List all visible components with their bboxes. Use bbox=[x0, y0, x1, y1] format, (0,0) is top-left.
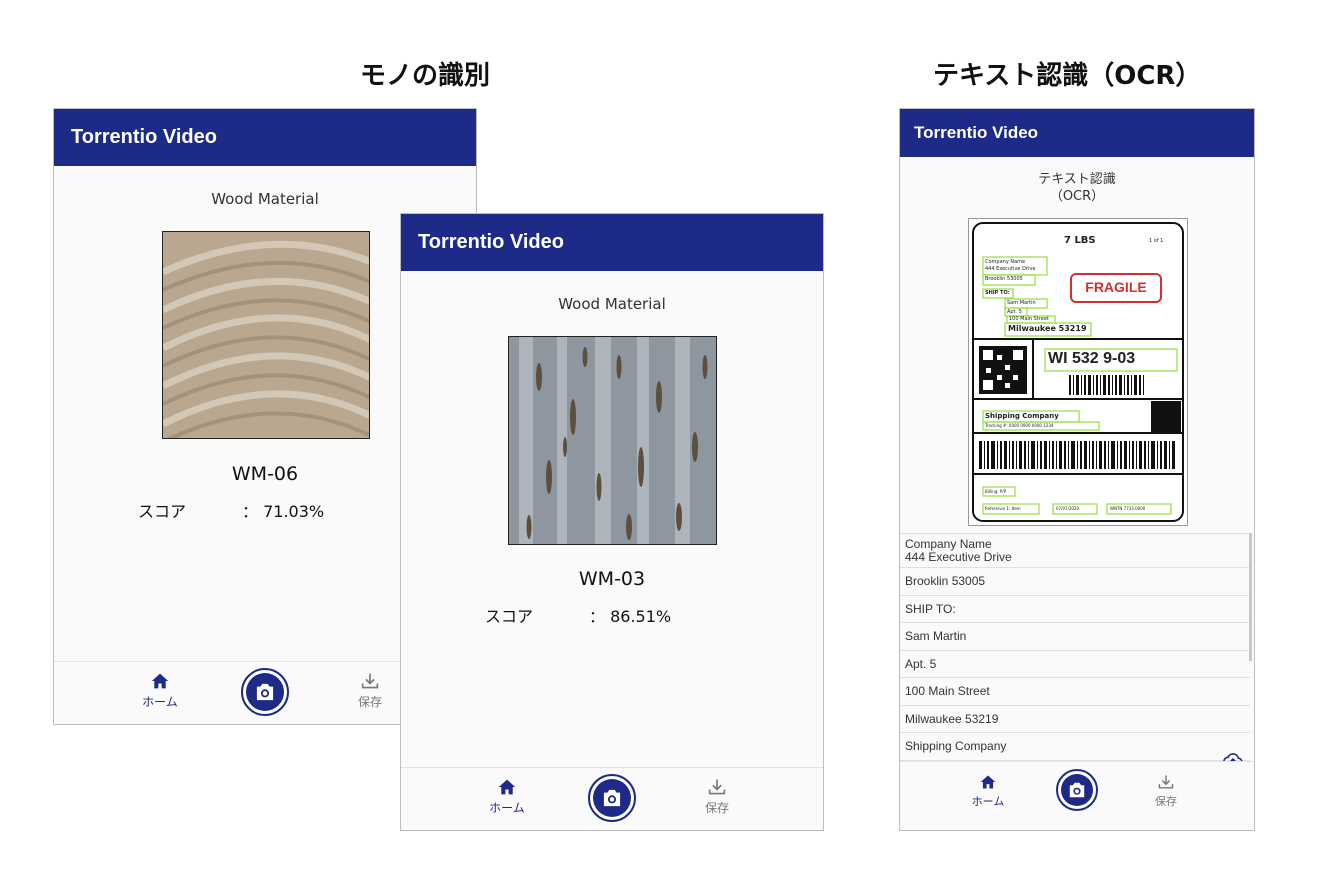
app-title: Torrentio Video bbox=[71, 126, 217, 148]
ocr-result-row[interactable]: 100 Main Street bbox=[900, 678, 1250, 706]
phone-screen-wood-2: Torrentio Video Wood Material WM-03 スコア … bbox=[400, 213, 824, 831]
score-value: ： 86.51% bbox=[589, 607, 672, 626]
ocr-result-text: Sam Martin bbox=[905, 629, 967, 643]
result-code: WM-03 bbox=[578, 568, 646, 590]
nav-home[interactable]: ホーム bbox=[968, 774, 1008, 809]
ocr-result-row[interactable]: Shipping Company bbox=[900, 733, 1250, 761]
label-carrier: Shipping Company bbox=[985, 412, 1059, 420]
camera-icon bbox=[256, 683, 274, 701]
ocr-subtitle: テキスト認識 （OCR） bbox=[900, 171, 1254, 205]
ocr-list-scrollbar[interactable] bbox=[1249, 533, 1252, 661]
ocr-result-text: Milwaukee 53219 bbox=[905, 711, 999, 726]
ocr-result-row[interactable]: Sam Martin bbox=[900, 623, 1250, 651]
nav-home[interactable]: ホーム bbox=[485, 778, 529, 816]
nav-save-label: 保存 bbox=[704, 801, 729, 815]
label-fragile: FRAGILE bbox=[1085, 279, 1147, 295]
label-recipient: Sam Martin bbox=[1007, 300, 1036, 306]
ocr-result-text: 100 Main Street bbox=[905, 684, 990, 698]
shipping-label-image: 7 LBS 1 of 1 Company Name 444 Executive … bbox=[968, 218, 1188, 526]
ocr-results-list[interactable]: Company Name 444 Executive Drive Brookli… bbox=[900, 533, 1250, 761]
camera-button[interactable] bbox=[1056, 769, 1098, 811]
download-icon bbox=[1158, 775, 1174, 789]
bottom-navigation: ホーム 保存 bbox=[900, 761, 1254, 830]
ocr-result-text: Shipping Company bbox=[905, 739, 1007, 753]
nav-home-label: ホーム bbox=[142, 695, 178, 709]
label-tracking: Tracking #: 0000 0000 0000 1234 bbox=[985, 423, 1054, 428]
captured-wood-image bbox=[508, 336, 717, 545]
ocr-title: テキスト認識（OCR） bbox=[933, 61, 1202, 91]
label-billing: Billing: P/P bbox=[985, 489, 1007, 494]
home-icon bbox=[980, 775, 996, 789]
category-subtitle: Wood Material bbox=[211, 190, 319, 208]
captured-wood-image bbox=[162, 231, 370, 439]
nav-save-label: 保存 bbox=[1155, 795, 1177, 808]
category-subtitle: Wood Material bbox=[558, 295, 666, 313]
ocr-result-text: Brooklin 53005 bbox=[905, 574, 986, 588]
label-weight: 7 LBS bbox=[1064, 235, 1096, 246]
app-title: Torrentio Video bbox=[418, 231, 564, 253]
bottom-navigation: ホーム 保存 bbox=[401, 767, 823, 830]
phone-screen-ocr: Torrentio Video テキスト認識 （OCR） 7 LBS 1 of … bbox=[899, 108, 1255, 831]
home-icon bbox=[498, 779, 516, 795]
app-bar: Torrentio Video bbox=[54, 109, 476, 166]
label-city: Brooklin 53005 bbox=[985, 276, 1023, 282]
nav-home-label: ホーム bbox=[971, 795, 1005, 808]
label-dest-city: Milwaukee 53219 bbox=[1008, 324, 1087, 333]
download-icon bbox=[708, 779, 726, 795]
app-title: Torrentio Video bbox=[914, 123, 1039, 142]
label-company-address: 444 Executive Drive bbox=[985, 266, 1036, 272]
ocr-result-row[interactable]: Brooklin 53005 bbox=[900, 568, 1250, 596]
label-wntn: WNTN 7733.0000 bbox=[1110, 506, 1146, 511]
label-street: 100 Main Street bbox=[1009, 316, 1049, 322]
label-ship-to: SHIP TO: bbox=[985, 290, 1010, 296]
label-page: 1 of 1 bbox=[1149, 238, 1164, 244]
app-bar: Torrentio Video bbox=[401, 214, 823, 271]
nav-save[interactable]: 保存 bbox=[1146, 774, 1186, 809]
camera-icon bbox=[1069, 782, 1085, 798]
ocr-result-text: Company Name bbox=[905, 536, 992, 551]
nav-save[interactable]: 保存 bbox=[348, 672, 392, 710]
ocr-subtitle-line1: テキスト認識 bbox=[1038, 172, 1116, 187]
label-company: Company Name 444 Executive Drive bbox=[985, 259, 1035, 273]
ocr-result-row[interactable]: SHIP TO: bbox=[900, 596, 1250, 623]
score-value: ： 71.03% bbox=[242, 502, 325, 521]
nav-save-label: 保存 bbox=[357, 695, 382, 709]
label-apt: Apt. 5 bbox=[1007, 309, 1022, 315]
ocr-result-row[interactable]: Apt. 5 bbox=[900, 651, 1250, 678]
identification-title: モノの識別 bbox=[360, 61, 491, 91]
ocr-result-row[interactable]: Milwaukee 53219 bbox=[900, 706, 1250, 733]
score-label: スコア bbox=[485, 607, 534, 626]
ocr-result-text: 444 Executive Drive bbox=[905, 549, 1012, 564]
label-company-name: Company Name bbox=[985, 259, 1026, 265]
label-date: 07/07/2020 bbox=[1056, 506, 1080, 511]
download-icon bbox=[361, 673, 379, 689]
ocr-result-text: SHIP TO: bbox=[905, 601, 956, 616]
home-icon bbox=[151, 673, 169, 689]
camera-button[interactable] bbox=[241, 668, 289, 716]
label-reference: Reference 1: Item bbox=[985, 506, 1021, 511]
ocr-result-text: Apt. 5 bbox=[905, 656, 937, 671]
camera-icon bbox=[603, 789, 621, 807]
camera-button[interactable] bbox=[588, 774, 636, 822]
ocr-result-row[interactable]: Company Name 444 Executive Drive bbox=[900, 534, 1250, 568]
nav-home[interactable]: ホーム bbox=[138, 672, 182, 710]
nav-save[interactable]: 保存 bbox=[695, 778, 739, 816]
ocr-subtitle-line2: （OCR） bbox=[1049, 189, 1105, 204]
label-route: WI 532 9-03 bbox=[1048, 350, 1136, 367]
app-bar: Torrentio Video bbox=[900, 109, 1254, 157]
score-label: スコア bbox=[138, 502, 187, 521]
nav-home-label: ホーム bbox=[489, 801, 525, 815]
